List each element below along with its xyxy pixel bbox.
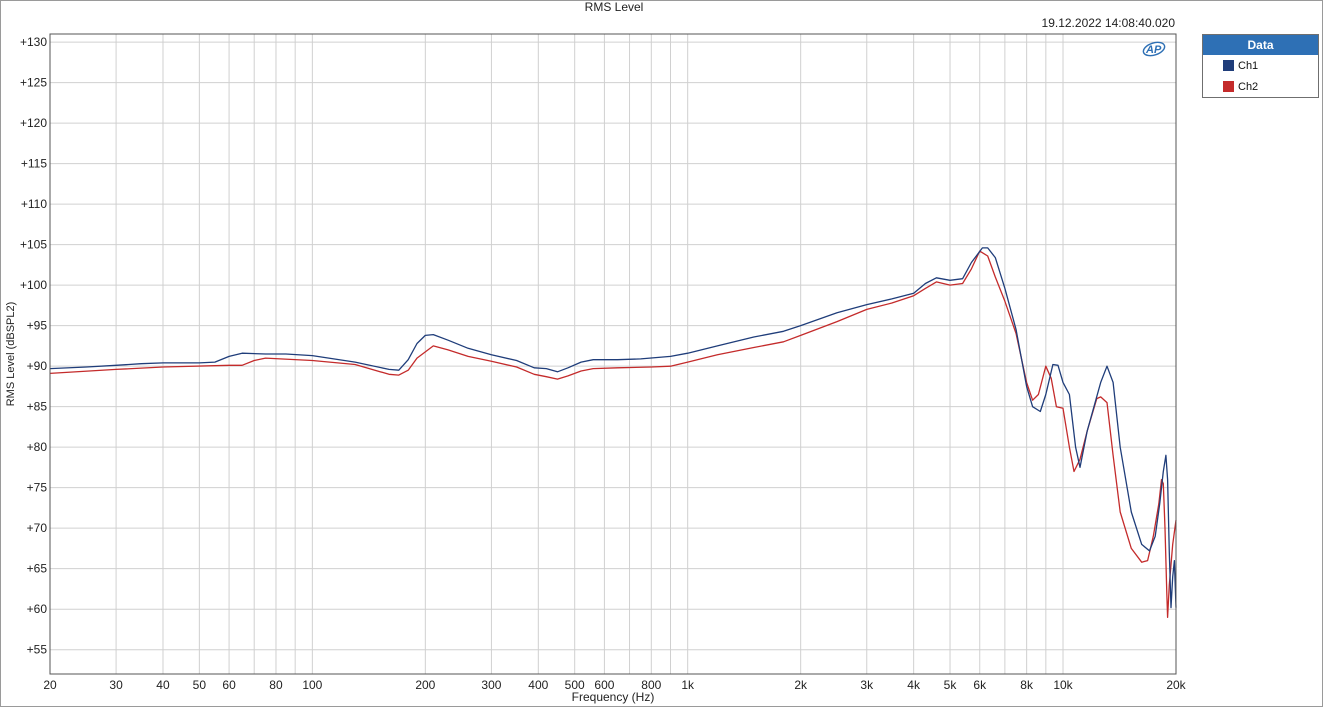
x-tick-label: 4k: [907, 678, 921, 692]
y-tick-label: +75: [27, 481, 48, 495]
y-tick-label: +110: [21, 197, 47, 211]
legend-item-ch1[interactable]: Ch1: [1203, 55, 1318, 76]
y-tick-labels: +130 +125 +120 +115 +110 +105 +100 +95 +90 +85 +80…: [20, 35, 47, 657]
legend-item-ch2[interactable]: Ch2: [1203, 76, 1318, 97]
x-tick-label: 2k: [794, 678, 808, 692]
x-tick-label: 30: [109, 678, 123, 692]
x-tick-label: 100: [302, 678, 322, 692]
x-tick-label: 20: [43, 678, 57, 692]
legend: Data Ch1 Ch2: [1202, 34, 1319, 98]
y-tick-label: +65: [27, 562, 48, 576]
y-tick-label: +90: [27, 359, 48, 373]
x-tick-label: 10k: [1053, 678, 1073, 692]
legend-title: Data: [1203, 35, 1318, 55]
y-tick-label: +95: [27, 319, 48, 333]
plot-area: +130 +125 +120 +115 +110 +105 +100 +95 +90 +85 +80…: [5, 33, 1187, 704]
legend-swatch-ch1: [1223, 60, 1234, 71]
y-tick-label: +105: [20, 238, 47, 252]
x-tick-label: 40: [156, 678, 170, 692]
legend-label-ch1: Ch1: [1238, 59, 1259, 72]
x-tick-label: 3k: [860, 678, 874, 692]
x-tick-label: 6k: [973, 678, 987, 692]
legend-swatch-ch2: [1223, 81, 1234, 92]
x-tick-label: 80: [269, 678, 283, 692]
x-tick-label: 200: [415, 678, 435, 692]
x-tick-label: 1k: [681, 678, 695, 692]
x-tick-label: 5k: [944, 678, 958, 692]
y-tick-label: +115: [21, 157, 47, 171]
y-tick-label: +70: [27, 521, 48, 535]
y-tick-label: +100: [20, 278, 47, 292]
legend-label-ch2: Ch2: [1238, 80, 1259, 93]
y-tick-label: +120: [20, 116, 47, 130]
x-tick-label: 8k: [1020, 678, 1034, 692]
y-tick-label: +125: [20, 76, 47, 90]
y-tick-label: +85: [27, 400, 48, 414]
x-tick-label: 300: [481, 678, 501, 692]
x-tick-label: 20k: [1166, 678, 1186, 692]
x-tick-label: 400: [528, 678, 548, 692]
y-axis-label: RMS Level (dBSPL2): [5, 302, 17, 407]
y-tick-label: +130: [20, 35, 47, 49]
audio-precision-logo-icon: AP: [1142, 41, 1166, 57]
y-tick-label: +55: [27, 643, 48, 657]
x-axis-label: Frequency (Hz): [572, 690, 655, 704]
x-tick-label: 50: [193, 678, 207, 692]
svg-text:AP: AP: [1145, 44, 1162, 56]
y-tick-label: +80: [27, 440, 48, 454]
x-tick-label: 60: [222, 678, 236, 692]
plot-background: [50, 34, 1176, 674]
y-tick-label: +60: [27, 602, 48, 616]
